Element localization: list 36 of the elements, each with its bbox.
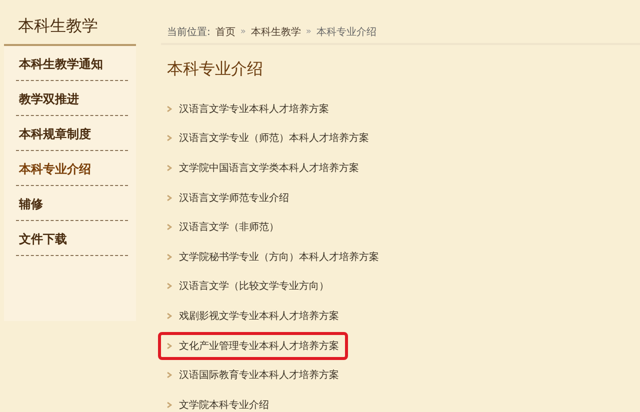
article-link[interactable]: 文化产业管理专业本科人才培养方案	[158, 332, 348, 360]
sidebar-item[interactable]: 教学双推进	[16, 81, 128, 116]
article-link[interactable]: 汉语言文学（非师范）	[158, 213, 288, 242]
sidebar-title: 本科生教学	[17, 15, 99, 37]
breadcrumb-separator: »	[306, 27, 312, 37]
breadcrumb-link[interactable]: 本科生教学	[250, 25, 301, 39]
article-link[interactable]: 文学院秘书学专业（方向）本科人才培养方案	[158, 242, 388, 271]
sidebar-item[interactable]: 文件下载	[16, 221, 128, 256]
chevron-icon	[167, 224, 172, 230]
chevron-icon	[167, 283, 172, 290]
breadcrumb-link[interactable]: 首页	[215, 25, 236, 39]
chevron-icon	[167, 254, 172, 260]
page-heading: 本科专业介绍	[167, 59, 263, 80]
chevron-icon	[167, 194, 172, 201]
sidebar-item[interactable]: 本科生教学通知	[16, 46, 128, 81]
article-link[interactable]: 汉语国际教育专业本科人才培养方案	[158, 361, 348, 390]
article-link[interactable]: 文学院中国语言文学类本科人才培养方案	[158, 154, 368, 182]
article-link[interactable]: 汉语言文学专业（师范）本科人才培养方案	[158, 124, 378, 152]
breadcrumb-separator: »	[240, 27, 246, 37]
breadcrumb-label: 当前位置:	[167, 26, 210, 39]
breadcrumb-current: 本科专业介绍	[316, 26, 376, 39]
article-link[interactable]: 汉语言文学专业本科人才培养方案	[158, 94, 338, 123]
sidebar-item[interactable]: 本科专业介绍	[16, 151, 128, 186]
article-link[interactable]: 汉语言文学师范专业介绍	[158, 184, 298, 212]
sidebar-item[interactable]: 辅修	[16, 186, 128, 221]
article-link[interactable]: 戏剧影视文学专业本科人才培养方案	[158, 302, 348, 330]
chevron-icon	[167, 164, 172, 171]
article-link[interactable]: 汉语言文学（比较文学专业方向）	[158, 272, 338, 300]
sidebar-item[interactable]: 本科规章制度	[16, 116, 128, 151]
chevron-icon	[167, 372, 172, 378]
chevron-icon	[167, 312, 172, 319]
chevron-icon	[167, 402, 172, 408]
article-link[interactable]: 文学院本科专业介绍	[158, 390, 278, 412]
chevron-icon	[167, 106, 172, 112]
chevron-icon	[167, 135, 172, 142]
chevron-icon	[167, 342, 172, 349]
